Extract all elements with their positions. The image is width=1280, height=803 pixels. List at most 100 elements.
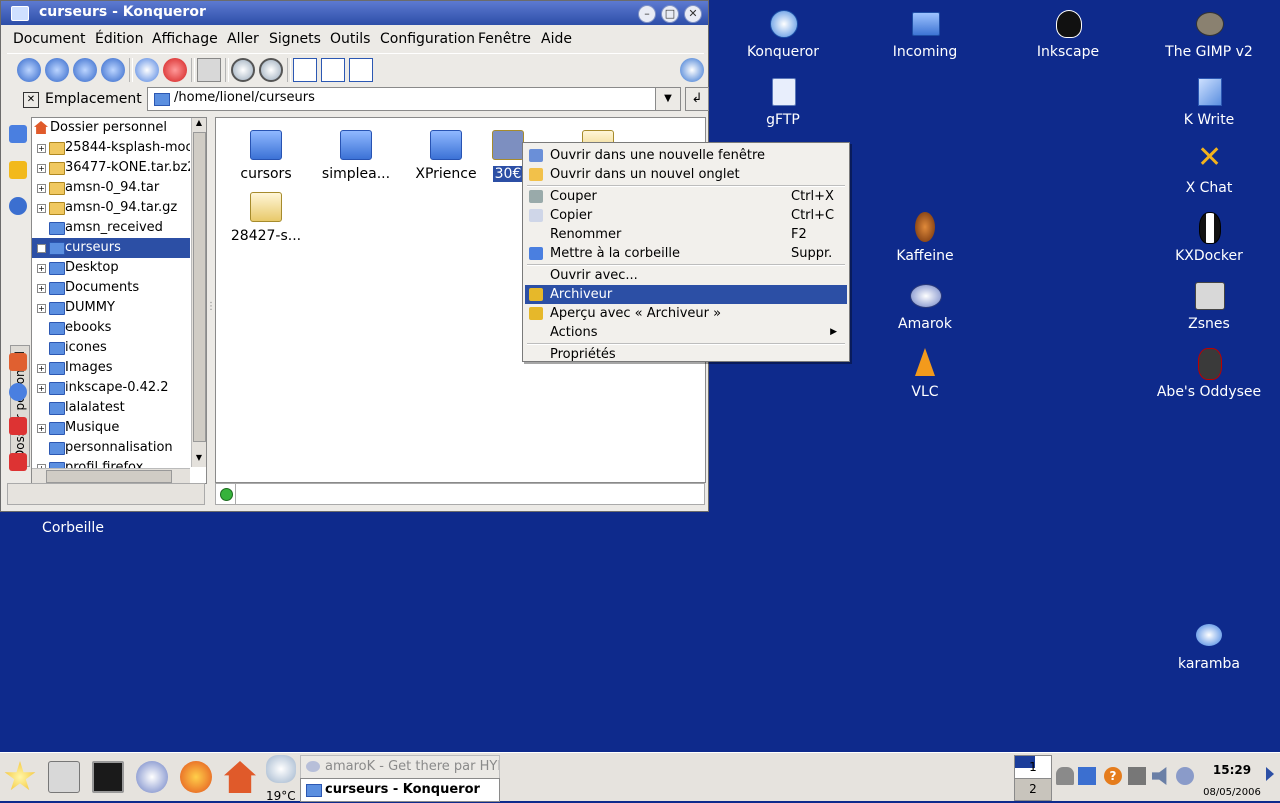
tree-horizontal-scrollbar[interactable] (32, 468, 190, 483)
context-menu-item[interactable]: Ouvrir dans une nouvelle fenêtre (525, 146, 847, 165)
expand-toggle[interactable]: + (37, 184, 46, 193)
desktop-icon-incoming[interactable]: Incoming (870, 6, 980, 60)
media-icon[interactable] (9, 417, 27, 435)
tree-item[interactable]: + Documents (32, 278, 190, 298)
desktop-icon-karamba[interactable]: karamba (1154, 618, 1264, 672)
task-amarok[interactable]: amaroK - Get there par HYP (300, 755, 500, 779)
file-item[interactable]: XPrience (398, 122, 494, 182)
desktop-icon-inkscape[interactable]: Inkscape (1013, 6, 1123, 60)
kmenu-star-icon[interactable] (4, 761, 36, 791)
task-konqueror[interactable]: curseurs - Konqueror (300, 778, 500, 802)
tree-item[interactable]: personnalisation (32, 438, 190, 458)
location-input[interactable]: /home/lionel/curseurs (147, 87, 659, 111)
back-icon[interactable] (17, 58, 41, 82)
menu-outils[interactable]: Outils (330, 31, 370, 47)
scroll-up-arrow[interactable]: ▲ (193, 118, 205, 130)
tree-root[interactable]: Dossier personnel (32, 118, 190, 138)
expand-toggle[interactable]: + (37, 144, 46, 153)
tree-item[interactable]: lalalatest (32, 398, 190, 418)
tree-item[interactable]: + amsn-0_94.tar (32, 178, 190, 198)
clear-location-icon[interactable]: ✕ (23, 92, 39, 108)
zoom-in-icon[interactable] (231, 58, 255, 82)
expand-toggle[interactable]: + (37, 384, 46, 393)
maximize-button[interactable]: □ (661, 5, 679, 23)
file-item[interactable]: simplea... (308, 122, 404, 182)
pane-splitter[interactable]: ⋮ (206, 301, 216, 321)
tree-item[interactable]: + Images (32, 358, 190, 378)
bookmarks-star-icon[interactable] (9, 161, 27, 179)
context-menu-item[interactable]: Ouvrir avec... (525, 266, 847, 285)
tree-item[interactable]: + curseurs (32, 238, 190, 258)
desktop-icon-gftp[interactable]: gFTP (728, 74, 838, 128)
tray-help-icon[interactable]: ? (1104, 767, 1122, 785)
system-tools-icon[interactable] (48, 761, 80, 793)
context-menu-item[interactable]: Archiveur (525, 285, 847, 304)
tree-item[interactable]: ebooks (32, 318, 190, 338)
expand-toggle[interactable]: + (37, 244, 46, 253)
tree-item[interactable]: +36477-kONE.tar.bz2 (32, 158, 190, 178)
tree-item[interactable]: + Desktop (32, 258, 190, 278)
desktop-icon-konqueror[interactable]: Konqueror (728, 6, 838, 60)
services-icon[interactable] (9, 383, 27, 401)
expand-toggle[interactable]: + (37, 204, 46, 213)
pager-desktop-1[interactable]: 1 (1014, 755, 1052, 779)
desktop-icon-kxdocker[interactable]: KXDocker (1154, 210, 1264, 264)
tree-vertical-scrollbar[interactable]: ▲ ▼ (191, 118, 206, 467)
context-menu-item[interactable]: Propriétés (525, 345, 847, 364)
desktop-icon-abes-oddysee[interactable]: Abe's Oddysee (1154, 346, 1264, 400)
home-icon[interactable] (101, 58, 125, 82)
reload-icon[interactable] (135, 58, 159, 82)
desktop-icon-gimp[interactable]: The GIMP v2 (1154, 6, 1264, 60)
expand-toggle[interactable]: + (37, 164, 46, 173)
desktop-icon-vlc[interactable]: VLC (870, 346, 980, 400)
tree-item[interactable]: amsn_received (32, 218, 190, 238)
scroll-down-arrow[interactable]: ▼ (193, 453, 205, 465)
desktop-icon-zsnes[interactable]: Zsnes (1154, 278, 1264, 332)
expand-toggle[interactable]: + (37, 264, 46, 273)
desktop-icon-xchat[interactable]: ✕ X Chat (1154, 142, 1264, 197)
tree-item[interactable]: +25844-ksplash-moo (32, 138, 190, 158)
sidebar-tab-network-icon[interactable] (9, 125, 27, 143)
tree-item[interactable]: + Musique (32, 418, 190, 438)
menu-aller[interactable]: Aller (227, 31, 259, 47)
desktop-icon-kaffeine[interactable]: Kaffeine (870, 210, 980, 264)
context-menu-item[interactable]: Copier Ctrl+C (525, 206, 847, 225)
menu-aide[interactable]: Aide (541, 31, 572, 47)
file-item[interactable]: cursors (218, 122, 314, 182)
amarok-icon[interactable] (136, 761, 168, 793)
tree-item[interactable]: icones (32, 338, 190, 358)
zoom-out-icon[interactable] (259, 58, 283, 82)
tray-amarok-icon[interactable] (1176, 767, 1194, 785)
window-app-icon[interactable] (11, 6, 29, 21)
weather-icon[interactable] (266, 755, 296, 783)
tray-tool-icon[interactable] (1056, 767, 1074, 785)
scroll-thumb[interactable] (193, 132, 206, 442)
context-menu-item[interactable]: Mettre à la corbeille Suppr. (525, 244, 847, 263)
forward-icon[interactable] (45, 58, 69, 82)
close-button[interactable]: ✕ (684, 5, 702, 23)
context-menu-item[interactable]: Couper Ctrl+X (525, 187, 847, 206)
preview-icon[interactable] (349, 58, 373, 82)
menu-document[interactable]: Document (13, 31, 86, 47)
stop-icon[interactable] (163, 58, 187, 82)
context-menu-item[interactable]: Ouvrir dans un nouvel onglet (525, 165, 847, 184)
firefox-icon[interactable] (180, 761, 212, 793)
kde-gear-icon[interactable] (680, 58, 704, 82)
context-menu-item[interactable]: Actions ▶ (525, 323, 847, 342)
scroll-thumb[interactable] (46, 470, 172, 483)
minimize-button[interactable]: – (638, 5, 656, 23)
history-clock-icon[interactable] (9, 197, 27, 215)
panel-hide-arrow-icon[interactable] (1266, 767, 1274, 781)
tree-item[interactable]: + amsn-0_94.tar.gz (32, 198, 190, 218)
tree-item[interactable]: + inkscape-0.42.2 (32, 378, 190, 398)
desktop-icon-amarok[interactable]: Amarok (870, 278, 980, 332)
location-dropdown-button[interactable]: ▼ (655, 87, 681, 111)
expand-toggle[interactable]: + (37, 364, 46, 373)
tray-volume-icon[interactable] (1152, 767, 1167, 785)
terminal-icon[interactable] (92, 761, 124, 793)
location-go-button[interactable]: ↲ (685, 87, 709, 111)
tree-item[interactable]: + DUMMY (32, 298, 190, 318)
expand-toggle[interactable]: + (37, 284, 46, 293)
file-item[interactable]: 28427-s... (218, 184, 314, 244)
menu-configuration[interactable]: Configuration (380, 31, 475, 47)
